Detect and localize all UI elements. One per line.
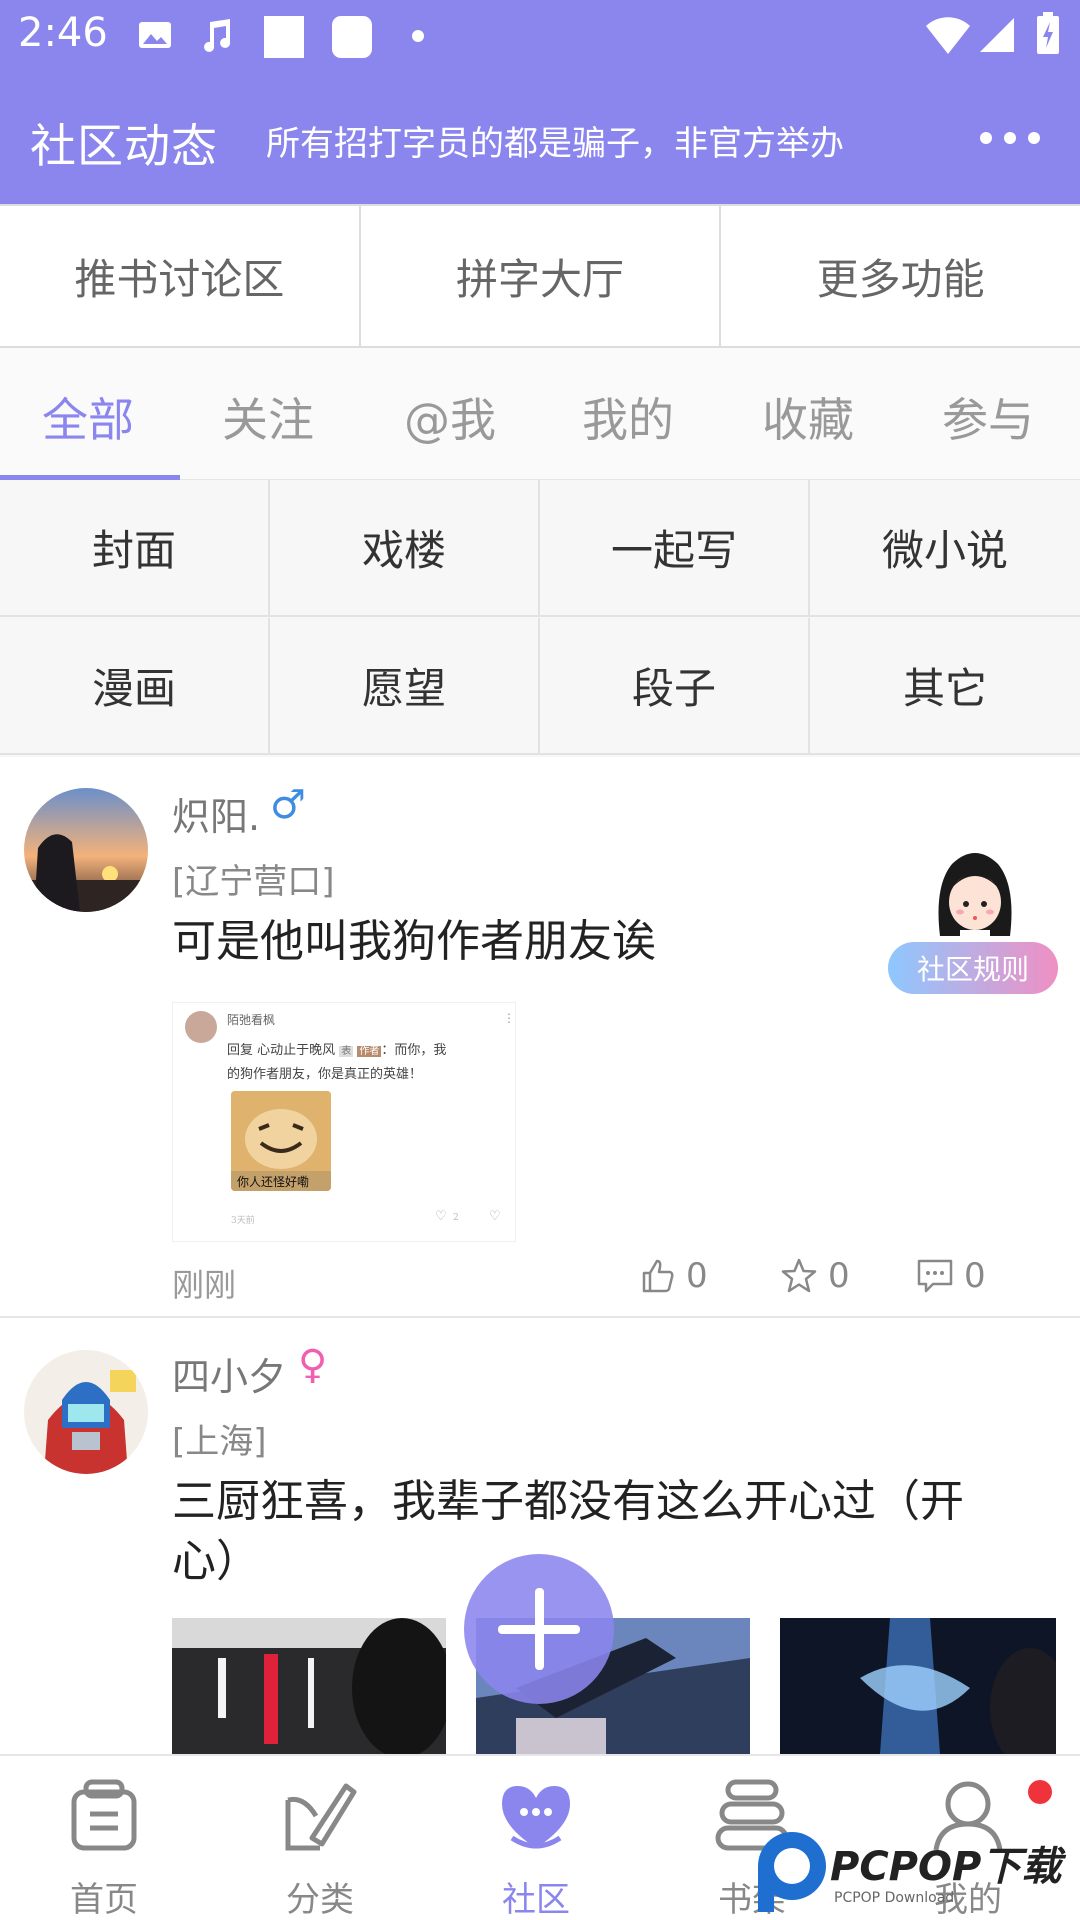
like-button[interactable]: 0 <box>640 1256 708 1296</box>
more-dots-icon[interactable] <box>980 124 1040 152</box>
female-gender-icon: ♀ <box>298 1342 328 1388</box>
quick-link-book-discussion[interactable]: 推书讨论区 <box>0 206 361 346</box>
tab-following[interactable]: 关注 <box>222 384 314 450</box>
quick-link-pinzi-hall[interactable]: 拼字大厅 <box>361 206 722 346</box>
image-meme: 你人还怪好嘞 <box>231 1091 331 1191</box>
post-location: [上海] <box>172 1422 267 1462</box>
nav-category-label: 分类 <box>286 1880 354 1920</box>
nav-home[interactable]: 首页 <box>24 1774 184 1920</box>
battery-icon <box>1037 12 1059 54</box>
tab-mine[interactable]: 我的 <box>582 384 674 450</box>
thumbs-up-icon <box>642 1259 674 1293</box>
category-wishes[interactable]: 愿望 <box>270 618 540 755</box>
status-bar: 2:46 <box>0 0 1080 72</box>
image-text-line1: 回复 心动止于晚风 表 作者 ：而你，我 <box>227 1043 447 1058</box>
male-gender-icon: ♂ <box>270 782 306 828</box>
top-bar: 2:46 社区动态 ：所有招打字员的都是骗子，非官方举办 <box>0 0 1080 204</box>
star-button[interactable]: 0 <box>780 1256 850 1296</box>
wifi-icon <box>926 17 970 54</box>
community-rules-button[interactable]: 社区规则 <box>888 846 1058 998</box>
nav-community[interactable]: 社区 <box>456 1774 616 1920</box>
image-heart-icon: ♡ <box>435 1209 447 1224</box>
plus-icon <box>498 1588 580 1670</box>
star-count: 0 <box>828 1256 850 1296</box>
category-micro-novel[interactable]: 微小说 <box>810 480 1080 617</box>
community-icon <box>502 1786 570 1849</box>
category-theater[interactable]: 戏楼 <box>270 480 540 617</box>
category-jokes[interactable]: 段子 <box>540 618 810 755</box>
watermark-logo: PCPOP下载 PCPOP Download <box>752 1826 1080 1918</box>
meme-caption: 你人还怪好嘞 <box>237 1175 310 1189</box>
category-other[interactable]: 其它 <box>810 618 1080 755</box>
nav-category[interactable]: 分类 <box>240 1774 400 1920</box>
comment-icon <box>917 1259 953 1293</box>
nav-community-label: 社区 <box>502 1880 570 1920</box>
quick-link-more-features[interactable]: 更多功能 <box>721 206 1080 346</box>
tab-participated[interactable]: 参与 <box>942 384 1034 450</box>
rounded-square-notification-icon <box>332 16 372 58</box>
notification-badge <box>1028 1780 1052 1804</box>
announcement-text: ：所有招打字员的都是骗子，非官方举办 <box>252 124 844 164</box>
announcement-marquee[interactable]: ：所有招打字员的都是骗子，非官方举办 <box>252 116 912 172</box>
image-dislike-icon: ♡ <box>489 1209 501 1224</box>
tab-all[interactable]: 全部 <box>42 384 134 450</box>
image-author: 陌弛看枫 <box>227 1013 276 1027</box>
category-write-together[interactable]: 一起写 <box>540 480 810 617</box>
watermark-sub: PCPOP Download <box>834 1890 955 1906</box>
post-content-line: 三厨狂喜，我辈子都没有这么开心过（开 <box>172 1476 964 1527</box>
home-icon <box>71 1779 137 1851</box>
dot-notification-icon <box>412 30 424 42</box>
post-card[interactable]: 炽阳. ♂ [辽宁营口] 可是他叫我狗作者朋友诶 陌弛看枫 ⋮ 回复 心动止于晚… <box>0 758 1080 1318</box>
tab-mentions[interactable]: @我 <box>404 384 496 450</box>
cell-signal-icon <box>980 18 1014 52</box>
image-notification-icon <box>139 22 171 48</box>
create-post-button[interactable] <box>464 1554 614 1704</box>
comment-count: 0 <box>964 1256 986 1296</box>
post-location: [辽宁营口] <box>172 862 335 902</box>
category-comics[interactable]: 漫画 <box>0 618 270 755</box>
like-count: 0 <box>686 1256 708 1296</box>
image-more-icon: ⋮ <box>503 1011 515 1025</box>
post-content: 可是他叫我狗作者朋友诶 <box>172 916 656 967</box>
watermark-p-icon <box>758 1832 826 1912</box>
avatar[interactable] <box>24 1350 148 1474</box>
avatar[interactable] <box>24 788 148 912</box>
image-ago: 3天前 <box>231 1216 255 1226</box>
post-username[interactable]: 炽阳. <box>172 786 260 841</box>
comment-button[interactable]: 0 <box>916 1256 986 1296</box>
community-rules-label: 社区规则 <box>888 942 1058 994</box>
status-time: 2:46 <box>18 10 108 56</box>
girl-mascot-icon <box>938 853 1012 942</box>
nav-home-label: 首页 <box>70 1880 138 1920</box>
page-title: 社区动态 <box>30 119 218 173</box>
category-grid: 封面 戏楼 一起写 微小说 漫画 愿望 段子 其它 <box>0 480 1080 757</box>
image-text-line2: 的狗作者朋友，你是真正的英雄！ <box>227 1067 423 1082</box>
watermark-brand: PCPOP下载 <box>830 1844 1062 1890</box>
tab-favorites[interactable]: 收藏 <box>762 384 854 450</box>
post-image[interactable]: 陌弛看枫 ⋮ 回复 心动止于晚风 表 作者 ：而你，我 的狗作者朋友，你是真正的英… <box>172 1002 516 1242</box>
feed-tabs: 全部 关注 @我 我的 收藏 参与 <box>0 348 1080 481</box>
square-notification-icon <box>264 16 304 58</box>
post-image[interactable] <box>172 1618 446 1754</box>
post-username[interactable]: 四小夕 <box>172 1346 286 1401</box>
quick-links: 推书讨论区 拼字大厅 更多功能 <box>0 204 1080 348</box>
image-avatar <box>185 1011 217 1043</box>
image-like-count: 2 <box>453 1213 459 1223</box>
star-icon <box>781 1258 817 1293</box>
post-time: 刚刚 <box>172 1266 237 1304</box>
post-image[interactable] <box>780 1618 1056 1754</box>
category-cover[interactable]: 封面 <box>0 480 270 617</box>
category-icon <box>285 1783 357 1851</box>
music-notification-icon <box>204 19 231 52</box>
